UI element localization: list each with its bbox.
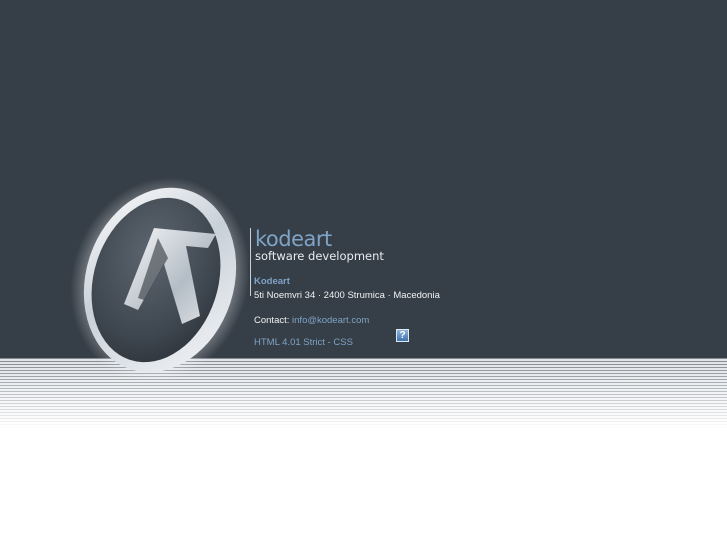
company-name: Kodeart	[254, 276, 290, 287]
company-address: 5ti Noemvri 34 · 2400 Strumica · Macedon…	[254, 290, 440, 301]
kodeart-logo	[70, 177, 248, 383]
email-link[interactable]: info@kodeart.com	[292, 315, 369, 326]
help-icon[interactable]: ?	[396, 329, 409, 342]
validator-links: HTML 4.01 Strict - CSS	[254, 337, 353, 349]
css-validator-link[interactable]: CSS	[333, 337, 353, 348]
brand-name: kodeart	[255, 227, 332, 251]
html-validator-link[interactable]: HTML 4.01 Strict	[254, 337, 325, 348]
contact-line: Contact: info@kodeart.com	[254, 315, 369, 327]
brand-tagline: software development	[255, 249, 384, 263]
contact-label: Contact:	[254, 315, 290, 326]
validator-separator: -	[327, 337, 331, 348]
